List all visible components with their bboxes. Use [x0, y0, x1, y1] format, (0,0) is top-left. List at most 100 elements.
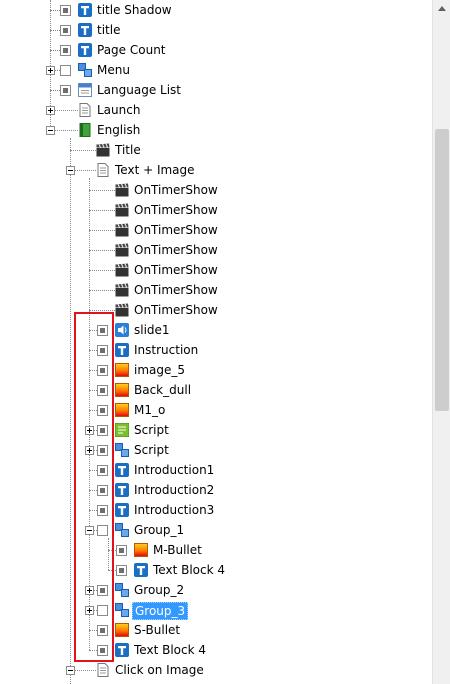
vertical-scrollbar[interactable]: [432, 0, 450, 684]
tree-node-label[interactable]: Page Count: [95, 42, 168, 58]
tree-node[interactable]: Group_1: [0, 520, 432, 540]
tree-node-label[interactable]: English: [95, 122, 142, 138]
tree-node-label[interactable]: Menu: [95, 62, 132, 78]
tree-node[interactable]: OnTimerShow: [0, 280, 432, 300]
tree-node[interactable]: slide1: [0, 320, 432, 340]
tree-node-label[interactable]: Introduction2: [132, 482, 216, 498]
tree-node-label[interactable]: Text + Image: [113, 162, 197, 178]
tree-node[interactable]: Introduction1: [0, 460, 432, 480]
tree-node-label[interactable]: M1_o: [132, 402, 167, 418]
expander-minus-icon[interactable]: [66, 166, 75, 175]
tree-node-label[interactable]: OnTimerShow: [132, 202, 220, 218]
tree-node[interactable]: M-Bullet: [0, 540, 432, 560]
tree-node-label[interactable]: M-Bullet: [151, 542, 204, 558]
tree-node-label[interactable]: Group_1: [132, 522, 186, 538]
tree-node-label[interactable]: Text Block 4: [132, 642, 208, 658]
scrollbar-thumb[interactable]: [435, 129, 449, 411]
tree-node[interactable]: Introduction2: [0, 480, 432, 500]
tree-node-label[interactable]: Script: [132, 442, 171, 458]
tree-connector: [50, 50, 60, 51]
tree-node[interactable]: Text Block 4: [0, 560, 432, 580]
page-icon: [96, 663, 110, 677]
tree-node[interactable]: Page Count: [0, 40, 432, 60]
tree-node-label[interactable]: OnTimerShow: [132, 182, 220, 198]
expander-plus-icon[interactable]: [46, 66, 55, 75]
tree-node-label[interactable]: OnTimerShow: [132, 262, 220, 278]
tree-node-label[interactable]: S-Bullet: [132, 622, 182, 638]
text-t-icon: [115, 483, 129, 497]
tree-connector: [50, 30, 60, 31]
tree-node[interactable]: M1_o: [0, 400, 432, 420]
expander-minus-icon[interactable]: [66, 666, 75, 675]
tree-node-label[interactable]: Instruction: [132, 342, 200, 358]
tree-node[interactable]: title Shadow: [0, 0, 432, 20]
group-icon: [115, 603, 129, 617]
tree-connector: [89, 310, 115, 311]
visibility-checkbox[interactable]: [60, 65, 71, 76]
tree-node[interactable]: OnTimerShow: [0, 260, 432, 280]
visibility-checkbox[interactable]: [116, 565, 127, 576]
tree-node-label[interactable]: Group_2: [132, 582, 186, 598]
tree-node[interactable]: OnTimerShow: [0, 180, 432, 200]
text-t-icon: [115, 643, 129, 657]
tree-node-label[interactable]: Launch: [95, 102, 142, 118]
text-t-icon: [134, 563, 148, 577]
visibility-checkbox[interactable]: [60, 25, 71, 36]
image-icon: [134, 543, 148, 557]
tree-node-label[interactable]: Group_3: [132, 602, 189, 620]
tree-node[interactable]: Text + Image: [0, 160, 432, 180]
tree-node-label[interactable]: Text Block 4: [151, 562, 227, 578]
tree-node[interactable]: Instruction: [0, 340, 432, 360]
tree-node[interactable]: title: [0, 20, 432, 40]
tree-connector: [50, 10, 60, 11]
text-t-icon: [78, 3, 92, 17]
tree-node[interactable]: Script: [0, 440, 432, 460]
image-icon: [115, 403, 129, 417]
tree-node[interactable]: Language List: [0, 80, 432, 100]
tree-node[interactable]: Group_2: [0, 580, 432, 600]
expander-minus-icon[interactable]: [46, 126, 55, 135]
tree-node-label[interactable]: Click on Image: [113, 662, 206, 678]
tree-node-label[interactable]: Introduction3: [132, 502, 216, 518]
tree-node[interactable]: OnTimerShow: [0, 300, 432, 320]
tree-node[interactable]: Script: [0, 420, 432, 440]
group-icon: [115, 583, 129, 597]
text-t-icon: [78, 23, 92, 37]
scroll-up-arrow-icon[interactable]: [434, 1, 450, 17]
tree-node[interactable]: Title: [0, 140, 432, 160]
text-t-icon: [78, 43, 92, 57]
visibility-checkbox[interactable]: [60, 85, 71, 96]
tree-node[interactable]: Group_3: [0, 600, 432, 620]
tree-node-label[interactable]: Title: [113, 142, 143, 158]
tree-node[interactable]: OnTimerShow: [0, 240, 432, 260]
tree-node[interactable]: English: [0, 120, 432, 140]
visibility-checkbox[interactable]: [116, 545, 127, 556]
tree-node-label[interactable]: Script: [132, 422, 171, 438]
tree-node-label[interactable]: OnTimerShow: [132, 302, 220, 318]
tree-node[interactable]: image_5: [0, 360, 432, 380]
tree-node[interactable]: OnTimerShow: [0, 200, 432, 220]
clapper-icon: [115, 283, 129, 297]
tree-node-label[interactable]: title Shadow: [95, 2, 174, 18]
tree-node[interactable]: Menu: [0, 60, 432, 80]
tree-node-label[interactable]: Introduction1: [132, 462, 216, 478]
tree-node-label[interactable]: title: [95, 22, 122, 38]
tree-node[interactable]: OnTimerShow: [0, 220, 432, 240]
text-t-icon: [115, 343, 129, 357]
tree-node-label[interactable]: image_5: [132, 362, 187, 378]
tree-node[interactable]: S-Bullet: [0, 620, 432, 640]
tree-node-label[interactable]: Back_dull: [132, 382, 193, 398]
tree-node[interactable]: Text Block 4: [0, 640, 432, 660]
expander-plus-icon[interactable]: [46, 106, 55, 115]
visibility-checkbox[interactable]: [60, 45, 71, 56]
tree-node[interactable]: Back_dull: [0, 380, 432, 400]
tree-node-label[interactable]: Language List: [95, 82, 183, 98]
tree-node[interactable]: Introduction3: [0, 500, 432, 520]
tree-node-label[interactable]: OnTimerShow: [132, 282, 220, 298]
tree-node-label[interactable]: OnTimerShow: [132, 222, 220, 238]
visibility-checkbox[interactable]: [60, 5, 71, 16]
tree-node-label[interactable]: OnTimerShow: [132, 242, 220, 258]
tree-node[interactable]: Click on Image: [0, 660, 432, 680]
tree-node[interactable]: Launch: [0, 100, 432, 120]
tree-node-label[interactable]: slide1: [132, 322, 172, 338]
